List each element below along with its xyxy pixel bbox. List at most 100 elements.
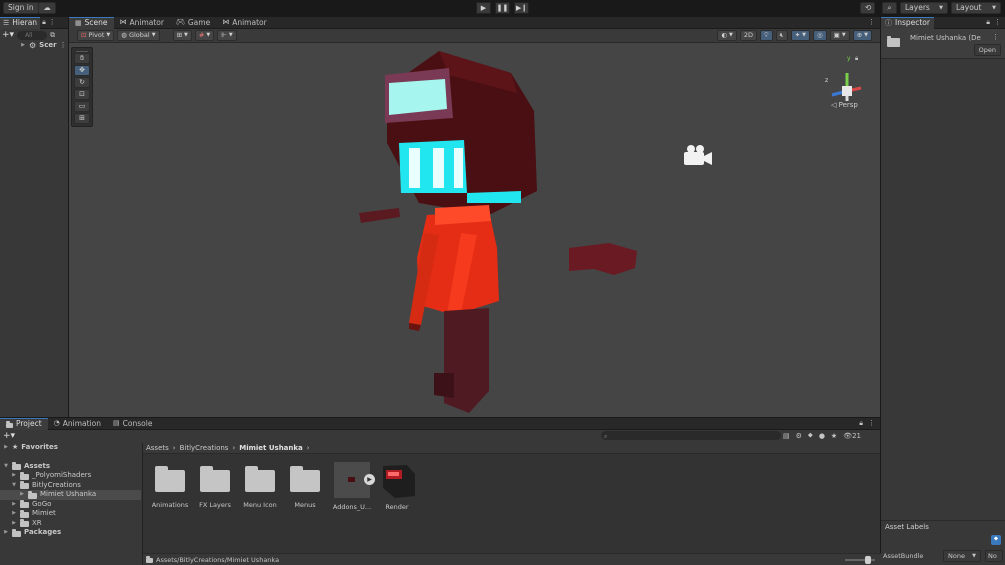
project-search-input[interactable]: ⌕: [601, 431, 781, 440]
persp-toggle[interactable]: ◁ Persp: [831, 101, 858, 109]
tab-animation[interactable]: ◔ Animation: [48, 418, 107, 430]
hidden-packages-icon[interactable]: 👁︎21: [843, 432, 861, 440]
chevron-right-icon[interactable]: ▶: [11, 500, 17, 510]
breadcrumb-assets[interactable]: Assets: [146, 444, 169, 452]
create-icon[interactable]: ▤: [783, 432, 790, 440]
more-icon[interactable]: ⋮: [992, 34, 999, 41]
filter-icon[interactable]: ⧉: [50, 31, 55, 39]
tab-project[interactable]: Project: [0, 417, 48, 430]
lighting-toggle[interactable]: 💡︎: [760, 30, 773, 41]
global-dropdown[interactable]: ◍ Global ▼: [117, 30, 160, 41]
sign-in-button[interactable]: Sign in: [3, 2, 39, 14]
open-button[interactable]: Open: [973, 44, 1001, 56]
tree-item-xr[interactable]: ▶ XR: [0, 519, 141, 529]
asset-bundle-dropdown[interactable]: None ▼: [943, 550, 981, 562]
chevron-down-icon: ▼: [184, 32, 188, 38]
lock-icon[interactable]: 🔒︎: [986, 19, 990, 26]
tree-item-gogo[interactable]: ▶ GoGo: [0, 500, 141, 510]
packages-label: Packages: [24, 528, 62, 536]
asset-menus[interactable]: Menus: [283, 462, 327, 509]
tab-animator-2[interactable]: ⋈ Animator: [216, 17, 272, 29]
label-filter-icon[interactable]: ⬥: [808, 431, 813, 440]
increment-snap-button[interactable]: ⊩ ▼: [217, 30, 237, 41]
tree-item-polyomishaders[interactable]: ▶ _PolyomiShaders: [0, 471, 141, 481]
layout-dropdown[interactable]: Layout ▼: [951, 2, 1001, 14]
asset-variant-dropdown[interactable]: No: [985, 550, 1003, 562]
more-icon[interactable]: ⋮: [60, 41, 67, 51]
pivot-dropdown[interactable]: ⊡ Pivot ▼: [77, 30, 115, 41]
view-options-button[interactable]: ⊞ ▼: [172, 30, 192, 41]
more-icon[interactable]: ⋮: [994, 19, 1001, 26]
pause-button[interactable]: ❚❚: [495, 2, 510, 14]
project-tree: ▶ ★ Favorites ▼ Assets ▶ _PolyomiShaders…: [0, 443, 141, 565]
more-icon[interactable]: ⋮: [868, 420, 875, 427]
tab-animator[interactable]: ⋈ Animator: [114, 17, 170, 29]
play-button[interactable]: ▶: [476, 2, 491, 14]
more-icon[interactable]: ⋮: [868, 19, 875, 26]
warning-filter-icon[interactable]: ●: [819, 432, 825, 440]
packages-item[interactable]: ▶ Packages: [0, 528, 141, 538]
tab-hierarchy[interactable]: ☰ Hieran: [0, 16, 41, 29]
chevron-down-icon: ▼: [939, 5, 943, 11]
hierarchy-search-input[interactable]: All: [17, 30, 48, 40]
scene-item[interactable]: ▶ ⚙ Scer ⋮: [0, 41, 68, 51]
layers-dropdown[interactable]: Layers ▼: [900, 2, 948, 14]
history-icon[interactable]: ⟲: [860, 2, 875, 14]
camera-settings-button[interactable]: ▣ ▼: [829, 30, 850, 41]
search-icon[interactable]: ⌕: [882, 2, 897, 14]
tab-inspector[interactable]: ⓘ Inspector: [881, 16, 934, 29]
tree-item-mimiet[interactable]: ▶ Mimiet: [0, 509, 141, 519]
chevron-right-icon[interactable]: ▶: [3, 443, 9, 453]
shading-mode-button[interactable]: ◐ ▼: [717, 30, 737, 41]
favorites-item[interactable]: ▶ ★ Favorites: [0, 443, 141, 453]
tag-icon[interactable]: ⬥: [991, 535, 1001, 545]
2d-toggle[interactable]: 2D: [739, 30, 758, 41]
tab-scene[interactable]: ▦ Scene: [69, 16, 114, 29]
grid-snap-button[interactable]: # ▼: [194, 30, 215, 41]
gizmo-lock-icon[interactable]: 🔒︎: [855, 55, 858, 63]
breadcrumb-mimiet-ushanka[interactable]: Mimiet Ushanka: [239, 444, 303, 452]
folder-icon: [12, 528, 21, 537]
favorite-star-icon[interactable]: ★: [831, 432, 837, 440]
step-button[interactable]: ▶❙: [514, 2, 529, 14]
tree-item-bitlycreations[interactable]: ▼ BitlyCreations: [0, 481, 141, 491]
chevron-right-icon[interactable]: ▶: [11, 509, 17, 519]
asset-menu-icon[interactable]: Menu Icon: [238, 462, 282, 509]
tab-game[interactable]: 🎮︎ Game: [170, 17, 216, 29]
play-preview-icon[interactable]: ▶: [364, 474, 375, 485]
chevron-down-icon[interactable]: ▼: [11, 481, 17, 491]
chevron-right-icon[interactable]: ▶: [11, 519, 17, 529]
asset-fx-layers[interactable]: FX Layers: [193, 462, 237, 509]
chevron-right-icon[interactable]: ▶: [20, 41, 26, 51]
more-icon[interactable]: ⋮: [49, 19, 56, 26]
lock-icon[interactable]: 🔒︎: [859, 420, 863, 427]
add-icon[interactable]: +▾: [2, 30, 14, 40]
breadcrumb-bitlycreations[interactable]: BitlyCreations: [180, 444, 229, 452]
chevron-down-icon[interactable]: ▼: [3, 462, 9, 472]
orientation-gizmo[interactable]: [831, 73, 862, 101]
lock-icon[interactable]: 🔒︎: [42, 19, 46, 26]
scene-viewport[interactable]: [69, 43, 880, 417]
asset-addons[interactable]: ▶ Addons_U...: [330, 462, 375, 511]
type-filter-icon[interactable]: ⚙: [796, 432, 802, 440]
effects-toggle[interactable]: ✦ ▼: [790, 30, 810, 41]
assets-item[interactable]: ▼ Assets: [0, 462, 141, 472]
cloud-icon[interactable]: ☁: [38, 2, 56, 14]
chevron-right-icon[interactable]: ▶: [11, 471, 17, 481]
tab-console[interactable]: ▤ Console: [107, 418, 158, 430]
thumbnail-size-slider[interactable]: [845, 555, 875, 564]
slider-handle[interactable]: [865, 555, 871, 564]
hidden-objects-toggle[interactable]: ◎: [813, 30, 827, 41]
add-icon[interactable]: +▾: [3, 431, 15, 441]
tree-item-mimiet-ushanka[interactable]: ▶ Mimiet Ushanka: [0, 490, 141, 500]
audio-toggle[interactable]: 🔇︎: [775, 30, 788, 41]
asset-bundle-label: AssetBundle: [883, 552, 924, 560]
asset-render[interactable]: Render: [375, 462, 419, 511]
asset-animations[interactable]: Animations: [148, 462, 192, 509]
project-panel: Project ◔ Animation ▤ Console 🔒︎ ⋮ +▾ ⌕ ▤ …: [0, 417, 881, 565]
chevron-right-icon[interactable]: ▶: [3, 528, 9, 538]
camera-gizmo-icon[interactable]: [684, 145, 712, 165]
chevron-right-icon[interactable]: ▶: [19, 490, 25, 500]
hierarchy-panel: ☰ Hieran 🔒︎ ⋮ +▾ All ⧉ ▶ ⚙ Scer ⋮: [0, 16, 68, 417]
gizmos-button[interactable]: ⊕ ▼: [852, 30, 872, 41]
